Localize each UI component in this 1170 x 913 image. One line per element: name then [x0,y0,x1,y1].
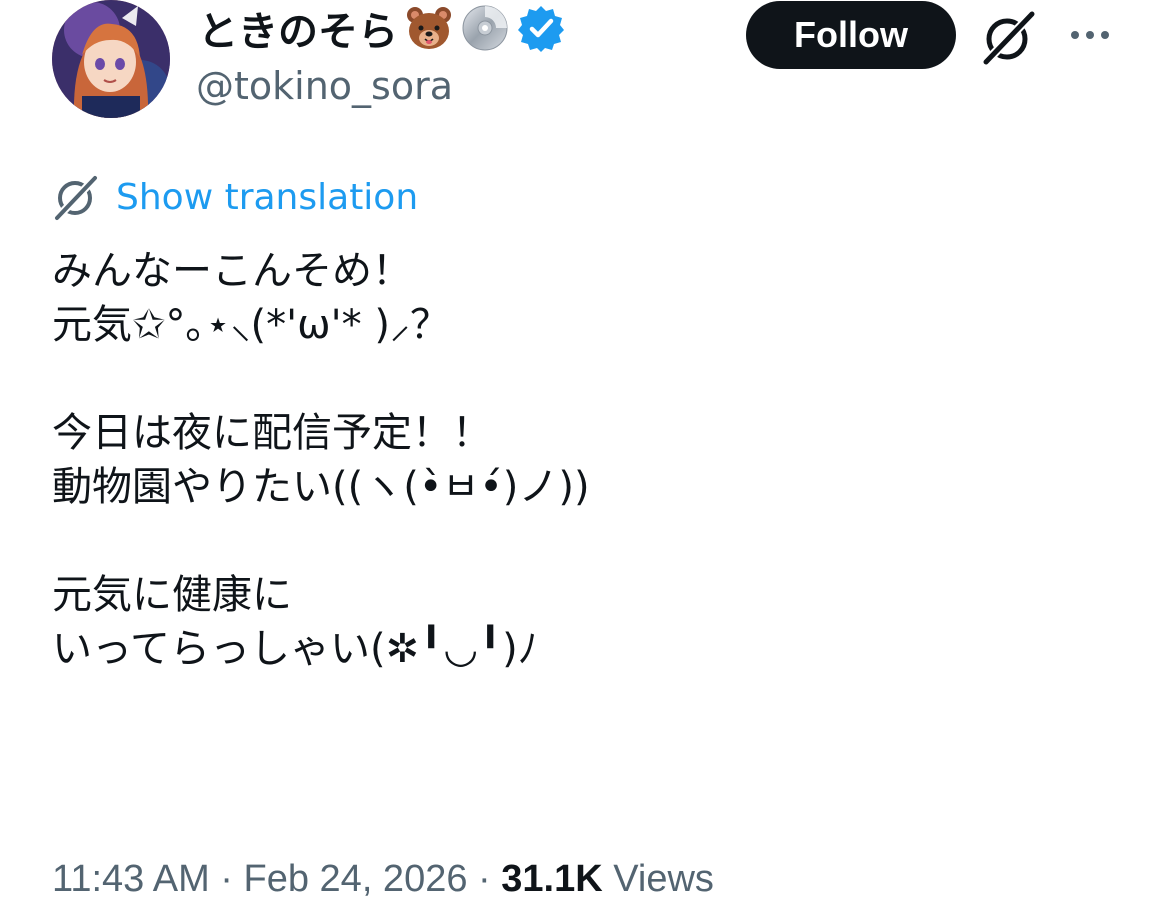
views-label: Views [602,858,714,900]
grok-icon[interactable] [980,8,1038,67]
tweet-line: 動物園やりたい((ヽ(•̀ㅂ•́)ノ)) [52,464,590,510]
author-display-name-row[interactable]: ときのそら [198,0,566,56]
author-handle[interactable]: @tokino_sora [196,64,453,108]
avatar[interactable] [52,0,170,118]
follow-button[interactable]: Follow [746,1,956,69]
tweet-line: 今日は夜に配信予定！！ [52,410,492,456]
more-options-icon[interactable] [1062,18,1118,52]
tweet-line: 元気に健康に [52,572,292,618]
cd-emoji-icon [460,3,510,53]
more-dot [1086,31,1094,39]
author-display-name[interactable]: ときのそら [198,0,398,57]
translate-grok-icon [52,173,100,222]
tweet-meta: 11:43 AM · Feb 24, 2026 · 31.1K Views [52,858,714,901]
tweet-line: みんなーこんそめ！ [52,248,412,294]
bear-face-emoji-icon [404,3,454,53]
views-count[interactable]: 31.1K [501,858,602,900]
tweet-date[interactable]: Feb 24, 2026 [244,858,468,900]
tweet-line: いってらっしゃい(✲╹◡╹)ﾉ [52,626,538,672]
tweet-line: 元気✩°｡⋆⸜(*'ω'* )⸝？ [52,302,450,348]
avatar-image [52,0,170,118]
tweet-text: みんなーこんそめ！ 元気✩°｡⋆⸜(*'ω'* )⸝？ 今日は夜に配信予定！！ … [52,244,1132,676]
meta-separator: · [467,858,502,900]
translation-row[interactable]: Show translation [52,172,418,222]
more-dot [1071,31,1079,39]
meta-separator: · [209,858,244,900]
show-translation-link[interactable]: Show translation [116,177,418,218]
tweet-time[interactable]: 11:43 AM [52,858,210,900]
verified-badge-icon[interactable] [516,3,566,53]
more-dot [1101,31,1109,39]
